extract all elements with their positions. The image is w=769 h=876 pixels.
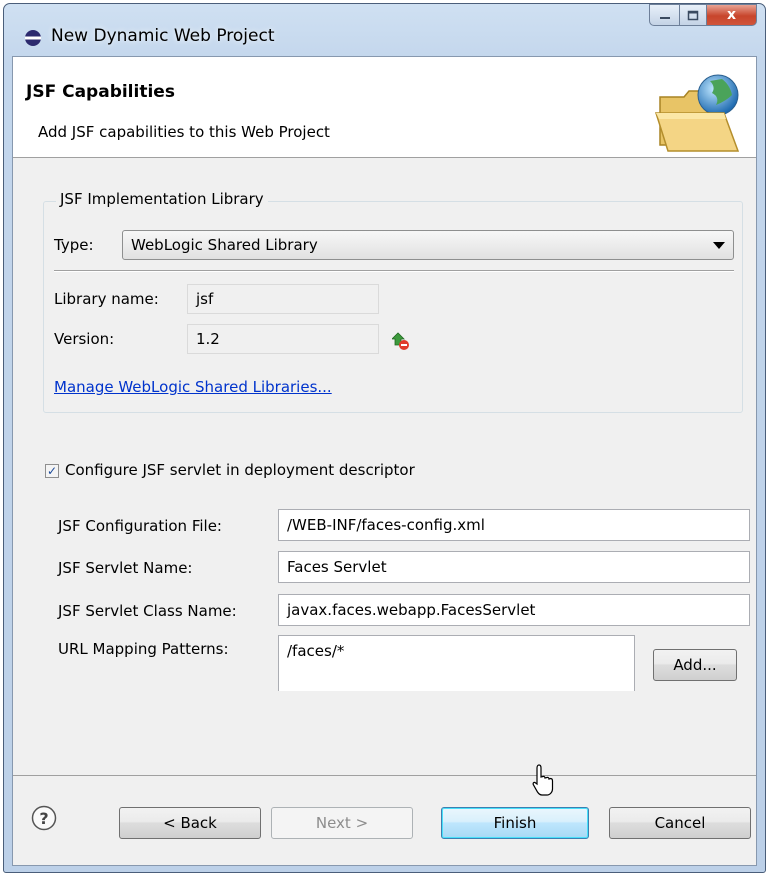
- finish-button[interactable]: Finish: [441, 807, 589, 839]
- add-button-label: Add...: [673, 656, 717, 674]
- dialog-window: New Dynamic Web Project x JSF Capabiliti…: [3, 3, 766, 873]
- close-button[interactable]: x: [707, 4, 757, 26]
- type-select-value: WebLogic Shared Library: [131, 236, 318, 254]
- config-file-input[interactable]: /WEB-INF/faces-config.xml: [278, 509, 750, 541]
- url-patterns-label: URL Mapping Patterns:: [58, 640, 229, 658]
- close-icon: x: [726, 7, 737, 23]
- window-controls: x: [649, 4, 757, 30]
- cancel-button[interactable]: Cancel: [609, 807, 751, 839]
- page-description: Add JSF capabilities to this Web Project: [38, 123, 330, 141]
- folder-globe-icon: [654, 74, 740, 152]
- servlet-name-label: JSF Servlet Name:: [58, 559, 193, 577]
- configure-servlet-checkbox[interactable]: ✓: [45, 464, 59, 478]
- next-button[interactable]: Next >: [271, 807, 413, 839]
- library-name-field: jsf: [187, 284, 379, 314]
- help-glyph: ?: [39, 809, 48, 828]
- wizard-header: JSF Capabilities Add JSF capabilities to…: [13, 57, 756, 158]
- library-name-label: Library name:: [54, 290, 159, 308]
- list-item[interactable]: /faces/*: [287, 642, 626, 660]
- library-status-icon[interactable]: [392, 331, 410, 351]
- servlet-name-input[interactable]: Faces Servlet: [278, 551, 750, 583]
- version-field: 1.2: [187, 324, 379, 354]
- jsf-library-group: JSF Implementation Library Type: WebLogi…: [43, 190, 743, 413]
- type-select[interactable]: WebLogic Shared Library: [122, 230, 734, 260]
- maximize-button[interactable]: [679, 4, 707, 26]
- minimize-button[interactable]: [649, 4, 679, 26]
- dialog-body: JSF Capabilities Add JSF capabilities to…: [12, 56, 757, 866]
- back-button[interactable]: < Back: [119, 807, 261, 839]
- minimize-icon: [659, 17, 670, 19]
- config-file-value: /WEB-INF/faces-config.xml: [287, 516, 485, 534]
- title-bar[interactable]: New Dynamic Web Project x: [4, 4, 765, 56]
- back-button-label: < Back: [163, 814, 217, 832]
- window-title: New Dynamic Web Project: [51, 26, 275, 46]
- servlet-name-value: Faces Servlet: [287, 558, 387, 576]
- next-button-label: Next >: [315, 814, 369, 832]
- separator: [54, 270, 734, 272]
- configure-servlet-label: Configure JSF servlet in deployment desc…: [65, 461, 415, 479]
- finish-button-label: Finish: [493, 814, 537, 832]
- footer-separator: [13, 775, 756, 776]
- group-legend: JSF Implementation Library: [56, 190, 268, 208]
- url-patterns-list[interactable]: /faces/*: [278, 635, 635, 691]
- config-file-label: JSF Configuration File:: [58, 517, 222, 535]
- add-button[interactable]: Add...: [653, 649, 737, 681]
- servlet-class-input[interactable]: javax.faces.webapp.FacesServlet: [278, 594, 750, 626]
- cancel-button-label: Cancel: [654, 814, 706, 832]
- servlet-class-label: JSF Servlet Class Name:: [58, 602, 237, 620]
- version-value: 1.2: [196, 330, 220, 348]
- library-name-value: jsf: [196, 290, 214, 308]
- manage-libraries-link[interactable]: Manage WebLogic Shared Libraries...: [54, 378, 332, 396]
- type-label: Type:: [54, 236, 94, 254]
- servlet-class-value: javax.faces.webapp.FacesServlet: [287, 601, 536, 619]
- help-icon[interactable]: ?: [31, 805, 57, 831]
- version-label: Version:: [54, 330, 115, 348]
- maximize-icon: [687, 10, 699, 20]
- chevron-down-icon: [713, 242, 725, 249]
- app-globe-icon: [25, 30, 41, 46]
- page-title: JSF Capabilities: [26, 82, 175, 102]
